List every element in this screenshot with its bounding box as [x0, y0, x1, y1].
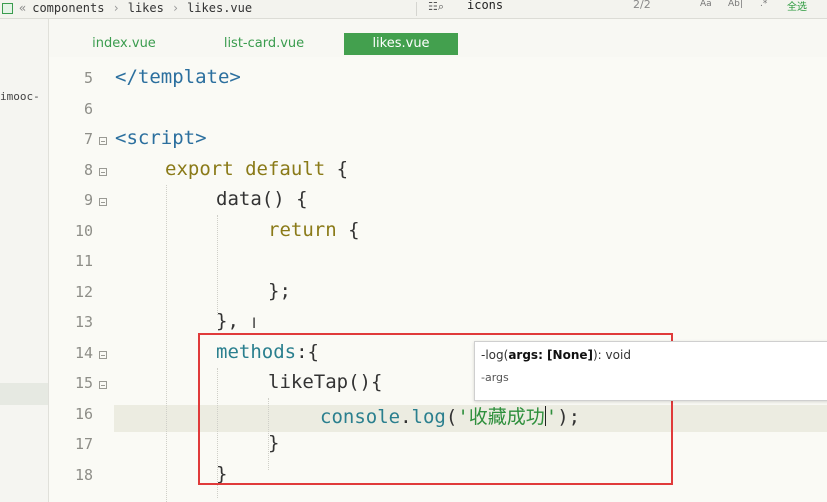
- line-number: 16: [74, 405, 93, 423]
- divider: [416, 2, 417, 16]
- line-number: 17: [74, 435, 93, 453]
- line-number: 14: [74, 344, 93, 362]
- line-number: 11: [74, 252, 93, 270]
- code-token: </template>: [115, 66, 241, 88]
- file-icon: [2, 2, 13, 14]
- mouse-cursor-icon: I: [252, 316, 257, 332]
- breadcrumb-back[interactable]: «: [19, 1, 26, 15]
- fold-toggle-icon[interactable]: [99, 198, 107, 206]
- fold-toggle-icon[interactable]: [99, 168, 107, 176]
- find-word-toggle[interactable]: Ab|: [728, 0, 743, 9]
- line-number: 10: [74, 222, 93, 240]
- code-line-9[interactable]: data() {: [216, 188, 308, 210]
- line-number: 9: [83, 191, 93, 209]
- code-line-10[interactable]: return {: [268, 219, 360, 241]
- signature-return: ): void: [593, 348, 631, 362]
- chevron-right-icon: ›: [171, 1, 180, 15]
- signature-text: -log(args: [None]): void: [481, 348, 631, 362]
- code-token: data() {: [216, 188, 308, 210]
- line-number: 8: [83, 161, 93, 179]
- line-number: 13: [74, 313, 93, 331]
- signature-param: -args: [481, 371, 509, 384]
- find-case-toggle[interactable]: Aa: [700, 0, 712, 9]
- signature-help-tooltip: -log(args: [None]): void -args: [474, 341, 827, 401]
- find-match-count: 2/2: [633, 0, 651, 11]
- breadcrumb-item-file[interactable]: likes.vue: [187, 1, 252, 15]
- indent-guide: [217, 215, 218, 315]
- fold-toggle-icon[interactable]: [99, 381, 107, 389]
- breadcrumb: « components › likes › likes.vue: [0, 0, 252, 16]
- top-bar: « components › likes › likes.vue ☷⌕ icon…: [0, 0, 827, 19]
- find-regex-toggle[interactable]: .*: [760, 0, 767, 9]
- code-line-5[interactable]: </template>: [115, 66, 241, 88]
- code-token: },: [216, 310, 239, 332]
- code-line-13[interactable]: },: [216, 310, 239, 332]
- code-token: {: [336, 219, 360, 241]
- code-token: {: [325, 158, 349, 180]
- code-token: export default: [165, 158, 326, 180]
- signature-fn: log: [485, 348, 504, 362]
- line-gutter: 5 6 7 8 9 10 11 12 13 14 15 16 17 18: [49, 57, 113, 502]
- breadcrumb-item-likes[interactable]: likes: [128, 1, 164, 15]
- code-token: <script>: [115, 127, 207, 149]
- find-input[interactable]: icons: [467, 0, 503, 12]
- code-token: };: [268, 280, 291, 302]
- tab-list-card-vue[interactable]: list-card.vue: [209, 33, 319, 55]
- code-line-7[interactable]: <script>: [115, 127, 207, 149]
- breadcrumb-item-components[interactable]: components: [32, 1, 104, 15]
- line-number: 12: [74, 283, 93, 301]
- code-line-8[interactable]: export default {: [165, 158, 348, 180]
- chevron-right-icon: ›: [112, 1, 120, 15]
- line-number: 6: [83, 100, 93, 118]
- line-number: 18: [74, 466, 93, 484]
- tab-bar: index.vue list-card.vue likes.vue: [49, 19, 827, 57]
- project-sidebar: imooc-: [0, 19, 49, 502]
- tab-likes-vue[interactable]: likes.vue: [344, 33, 458, 55]
- signature-args: args: [None]: [508, 348, 593, 362]
- sidebar-project-label[interactable]: imooc-: [0, 90, 40, 103]
- line-number: 15: [74, 374, 93, 392]
- fold-toggle-icon[interactable]: [99, 351, 107, 359]
- select-all-button[interactable]: 全选: [787, 0, 807, 13]
- indent-guide: [166, 185, 167, 502]
- code-line-12[interactable]: };: [268, 280, 291, 302]
- line-number: 7: [83, 130, 93, 148]
- line-number: 5: [83, 69, 93, 87]
- sidebar-selected-row[interactable]: [0, 383, 48, 405]
- tab-index-vue[interactable]: index.vue: [79, 33, 169, 55]
- find-icon[interactable]: ☷⌕: [428, 0, 444, 14]
- code-token: return: [268, 219, 337, 241]
- fold-toggle-icon[interactable]: [99, 137, 107, 145]
